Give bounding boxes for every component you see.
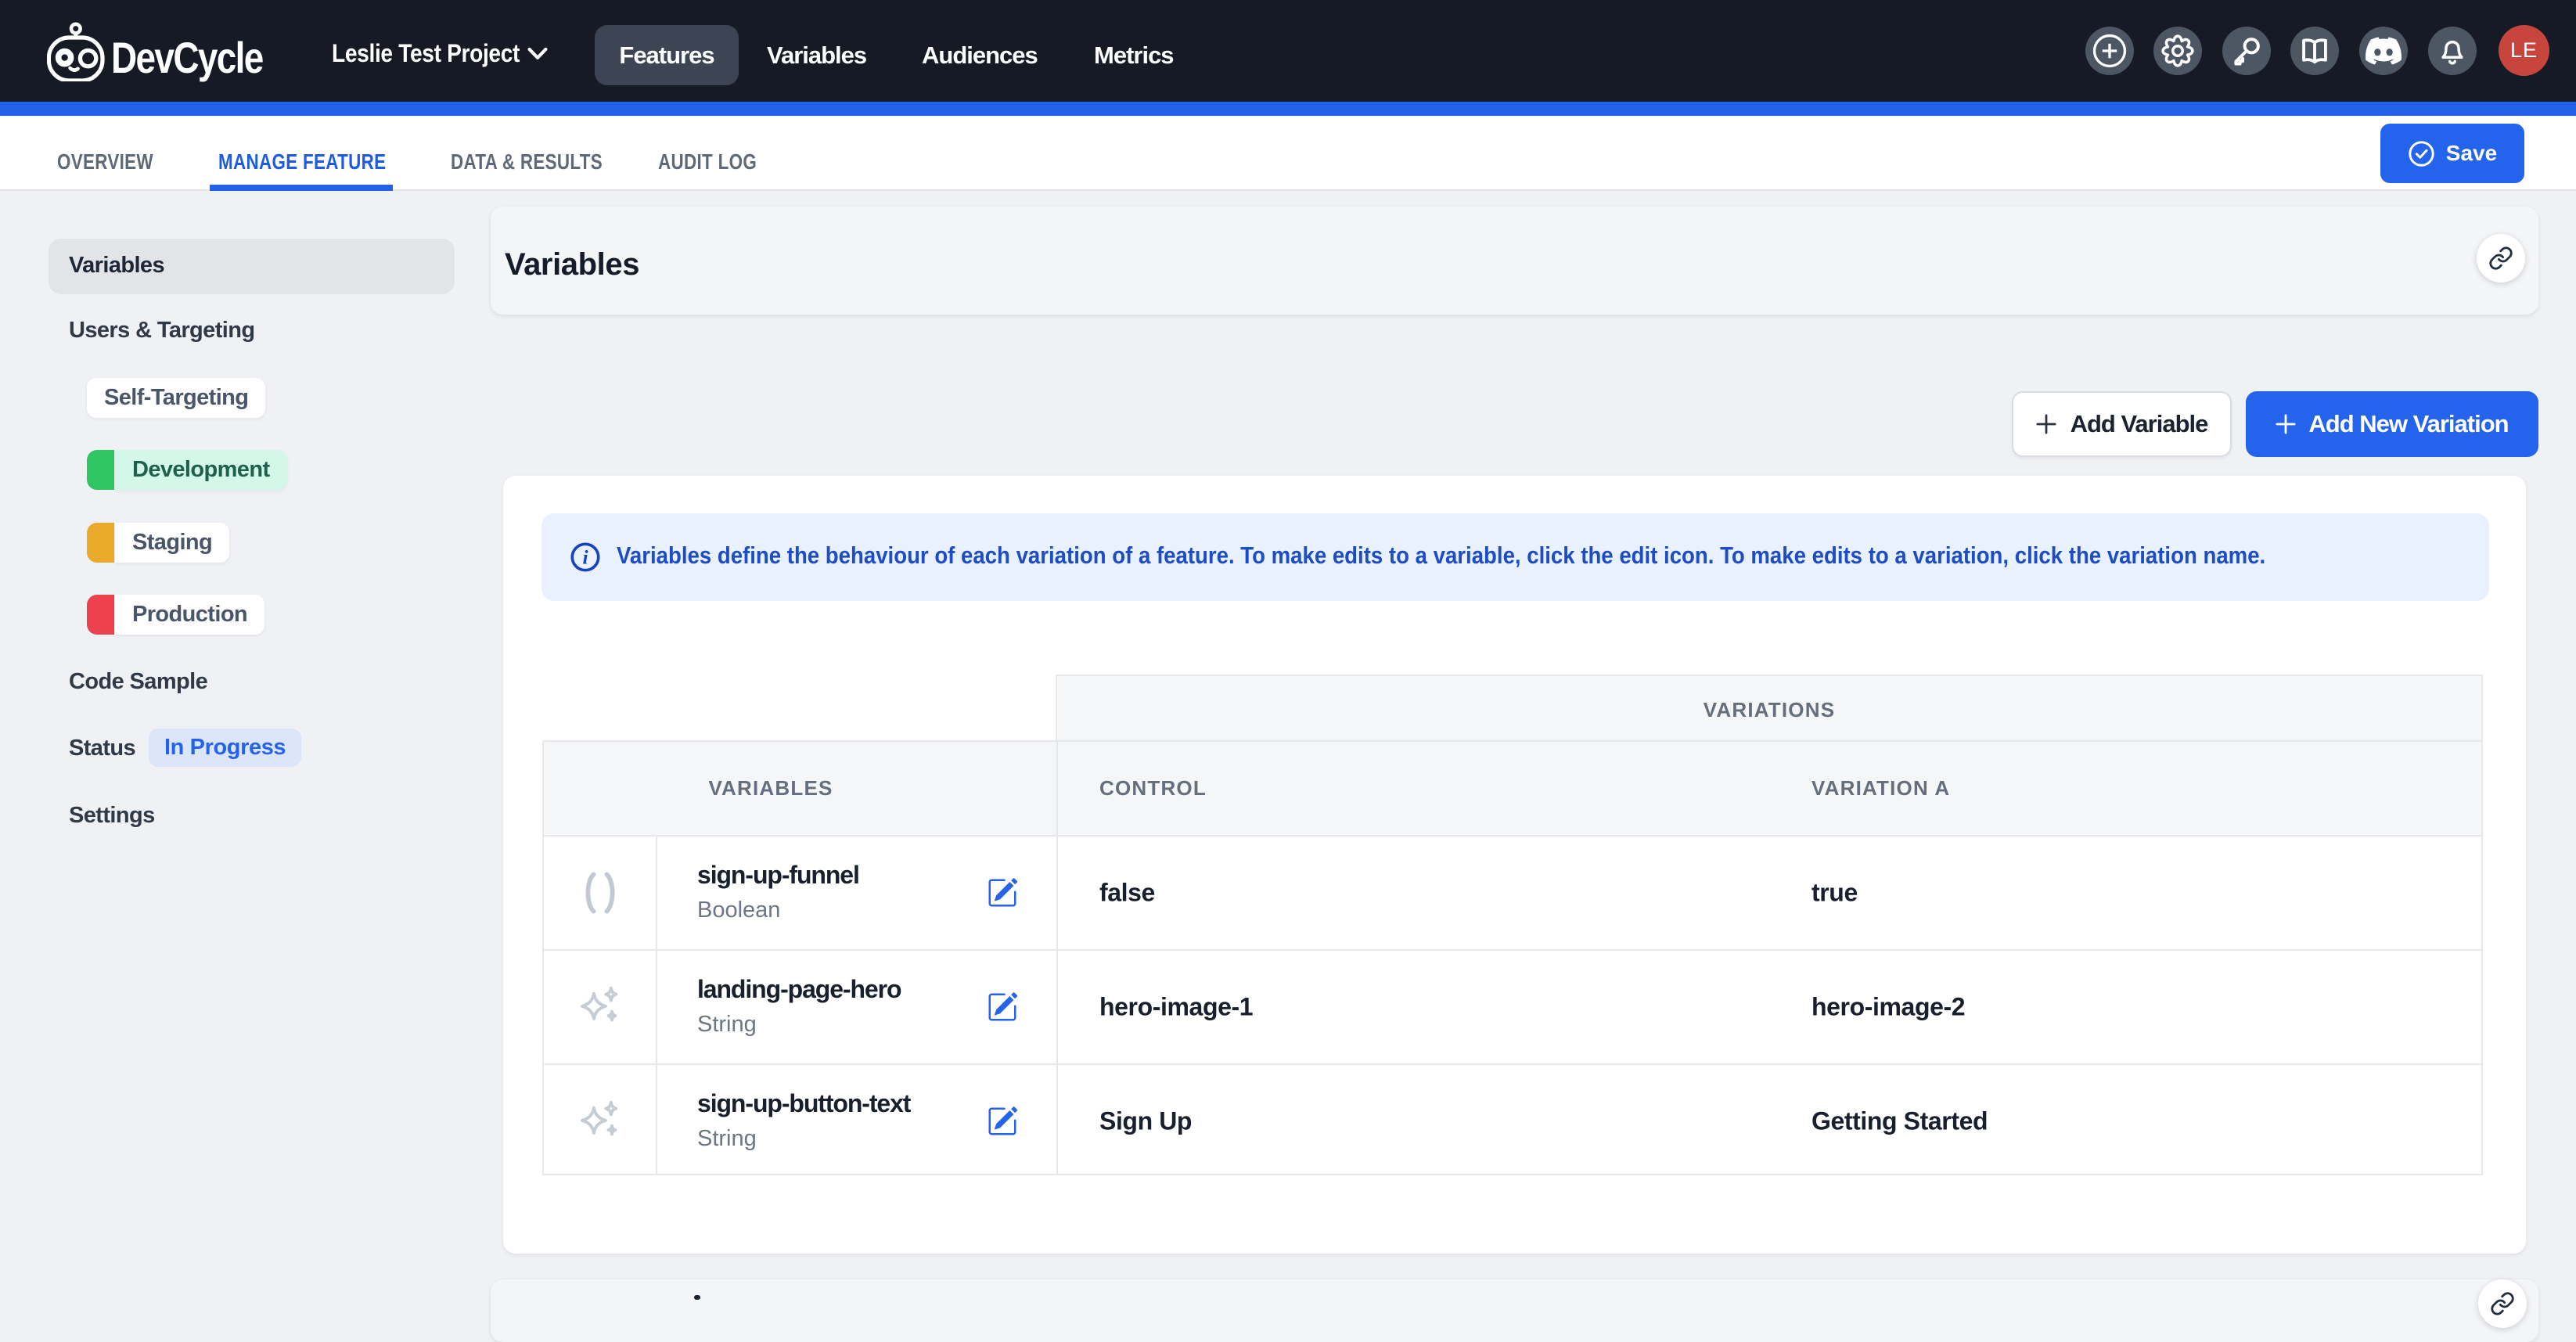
- svg-text:i: i: [582, 546, 588, 569]
